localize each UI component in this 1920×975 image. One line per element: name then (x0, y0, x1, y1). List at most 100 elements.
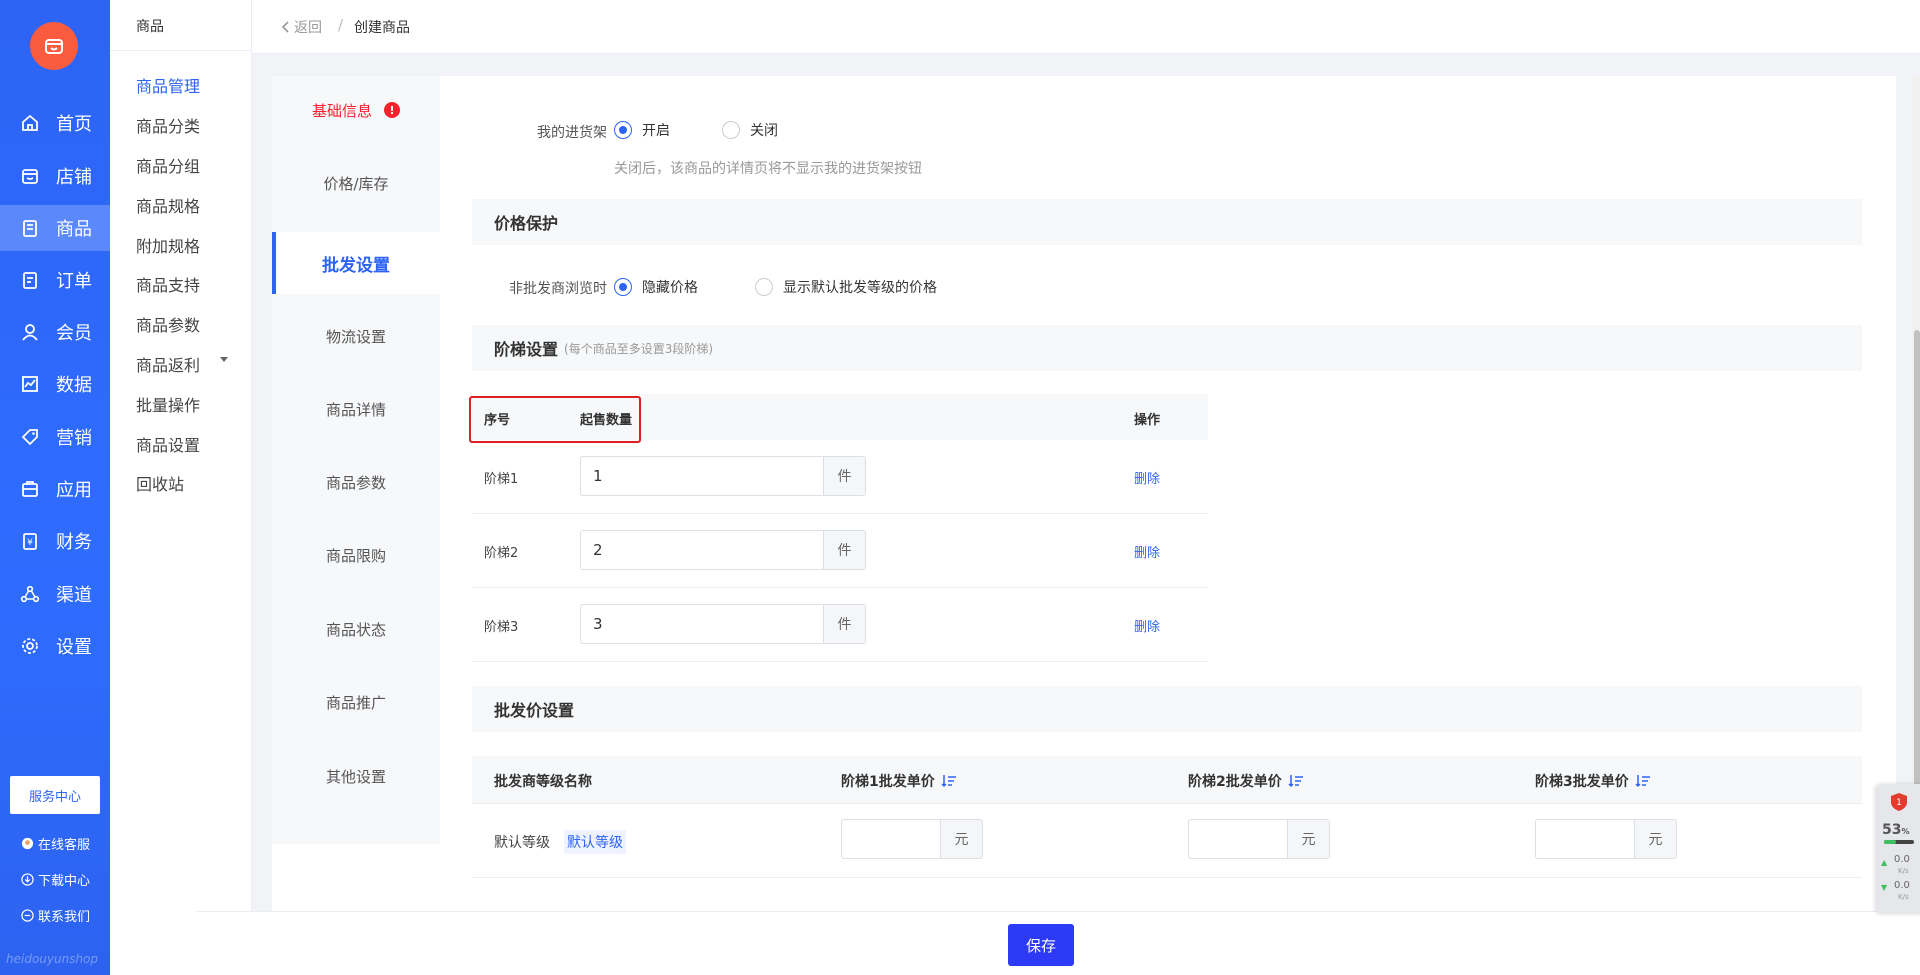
tier-name: 阶梯3 (484, 620, 519, 635)
sub-item-rebate[interactable]: 商品返利 (136, 352, 200, 376)
svg-text:¥: ¥ (27, 538, 33, 548)
radio-hide-price[interactable]: 隐藏价格 (614, 277, 698, 297)
section-price-protect: 价格保护 (472, 199, 1862, 245)
chat-icon (20, 909, 34, 923)
shield-icon: 1 (1890, 792, 1908, 812)
table-row: 默认等级 默认等级 元 元 元 (472, 804, 1862, 878)
tier-qty-input[interactable]: 2 件 (580, 530, 866, 570)
sub-item-product-manage[interactable]: 商品管理 (136, 73, 200, 97)
sub-item-recycle[interactable]: 回收站 (136, 471, 184, 495)
form-card: 基础信息 ! 价格/库存 批发设置 物流设置 商品详情 商品参数 商品限购 商品… (272, 76, 1896, 911)
sub-item-extra-spec[interactable]: 附加规格 (136, 233, 200, 257)
tab-wholesale[interactable]: 批发设置 (272, 232, 440, 294)
input-value[interactable]: 2 (581, 531, 823, 569)
unit-suffix: 元 (940, 820, 982, 858)
nav-item-marketing[interactable]: 营销 (0, 414, 110, 460)
sort-icon[interactable] (1635, 774, 1651, 788)
store-logo-icon[interactable] (30, 22, 78, 70)
tier1-price-input[interactable]: 元 (841, 819, 983, 859)
back-button[interactable]: 返回 (280, 17, 322, 37)
input-value[interactable] (842, 820, 940, 858)
tier-name: 阶梯1 (484, 472, 519, 487)
gear-icon (18, 634, 42, 658)
nav-item-app[interactable]: 应用 (0, 466, 110, 512)
service-center-button[interactable]: 服务中心 (10, 776, 100, 814)
nav-item-store[interactable]: 店铺 (0, 153, 110, 199)
sub-item-group[interactable]: 商品分组 (136, 153, 200, 177)
contact-us-link[interactable]: 联系我们 (20, 906, 90, 925)
nav-item-member[interactable]: 会员 (0, 309, 110, 355)
breadcrumb-separator: / (338, 16, 344, 34)
home-icon (18, 111, 42, 135)
tab-promotion[interactable]: 商品推广 (272, 671, 440, 733)
tab-price-stock[interactable]: 价格/库存 (272, 152, 440, 214)
nav-item-label: 数据 (56, 375, 92, 396)
nav-item-label: 商品 (56, 219, 92, 240)
download-center-link[interactable]: 下载中心 (20, 870, 90, 889)
tier3-price-input[interactable]: 元 (1535, 819, 1677, 859)
input-value[interactable]: 3 (581, 605, 823, 643)
nav-item-channel[interactable]: 渠道 (0, 571, 110, 617)
tier-qty-input[interactable]: 3 件 (580, 604, 866, 644)
tier-qty-input[interactable]: 1 件 (580, 456, 866, 496)
th-tier3-price[interactable]: 阶梯3批发单价 (1535, 771, 1651, 791)
online-support-label: 在线客服 (38, 838, 91, 853)
radio-dot (722, 121, 740, 139)
system-monitor-widget[interactable]: 1 53% ▲ 0.0 K/s ▼ 0.0 K/s (1876, 784, 1920, 914)
sub-item-category[interactable]: 商品分类 (136, 113, 200, 137)
sub-item-spec[interactable]: 商品规格 (136, 193, 200, 217)
download-arrow-icon: ▼ (1881, 883, 1888, 892)
upload-rate: 0.0 (1894, 854, 1910, 865)
sub-item-support[interactable]: 商品支持 (136, 272, 200, 296)
sub-item-settings[interactable]: 商品设置 (136, 432, 200, 456)
app-icon (18, 477, 42, 501)
sort-icon[interactable] (941, 774, 957, 788)
radio-label: 隐藏价格 (642, 280, 698, 296)
unit-suffix: 件 (823, 457, 865, 495)
nav-item-settings[interactable]: 设置 (0, 623, 110, 669)
nav-item-data[interactable]: 数据 (0, 361, 110, 407)
radio-show-default-price[interactable]: 显示默认批发等级的价格 (755, 277, 937, 297)
price-protect-label: 非批发商浏览时 (509, 281, 607, 297)
input-value[interactable]: 1 (581, 457, 823, 495)
sub-item-params[interactable]: 商品参数 (136, 312, 200, 336)
sub-sidebar: 商品 商品管理 商品分类 商品分组 商品规格 附加规格 商品支持 商品参数 商品… (110, 0, 252, 975)
th-tier2-price[interactable]: 阶梯2批发单价 (1188, 771, 1304, 791)
input-value[interactable] (1536, 820, 1634, 858)
section-title: 批发价设置 (494, 701, 575, 720)
tab-status[interactable]: 商品状态 (272, 598, 440, 660)
sort-icon[interactable] (1288, 774, 1304, 788)
sub-sidebar-title: 商品 (136, 19, 164, 35)
delete-link[interactable]: 删除 (1134, 468, 1160, 487)
chevron-down-icon[interactable] (220, 357, 228, 362)
delete-link[interactable]: 删除 (1134, 616, 1160, 635)
nav-item-finance[interactable]: ¥ 财务 (0, 518, 110, 564)
tab-other[interactable]: 其他设置 (272, 745, 440, 807)
contact-us-label: 联系我们 (38, 910, 91, 925)
radio-label: 开启 (642, 123, 670, 139)
nav-item-order[interactable]: 订单 (0, 257, 110, 303)
radio-label: 显示默认批发等级的价格 (783, 280, 937, 296)
tab-logistics[interactable]: 物流设置 (272, 305, 440, 367)
save-button[interactable]: 保存 (1008, 924, 1074, 966)
nav-item-home[interactable]: 首页 (0, 100, 110, 146)
tab-basic-info[interactable]: 基础信息 ! (272, 79, 440, 141)
tier2-price-input[interactable]: 元 (1188, 819, 1330, 859)
radio-stock-shelf-off[interactable]: 关闭 (722, 120, 778, 140)
radio-dot (755, 278, 773, 296)
nav-item-product[interactable]: 商品 (0, 205, 110, 251)
tab-params[interactable]: 商品参数 (272, 451, 440, 513)
tier-name: 阶梯2 (484, 546, 519, 561)
tab-limit[interactable]: 商品限购 (272, 524, 440, 586)
th-tier1-price[interactable]: 阶梯1批发单价 (841, 771, 957, 791)
online-support-link[interactable]: 在线客服 (20, 834, 90, 853)
download-center-label: 下载中心 (38, 874, 91, 889)
section-wholesale-price: 批发价设置 (472, 686, 1862, 732)
delete-link[interactable]: 删除 (1134, 542, 1160, 561)
sub-item-batch[interactable]: 批量操作 (136, 392, 200, 416)
nav-item-label: 应用 (56, 480, 92, 501)
input-value[interactable] (1189, 820, 1287, 858)
radio-stock-shelf-on[interactable]: 开启 (614, 120, 670, 140)
upload-arrow-icon: ▲ (1881, 858, 1888, 867)
tab-detail[interactable]: 商品详情 (272, 378, 440, 440)
